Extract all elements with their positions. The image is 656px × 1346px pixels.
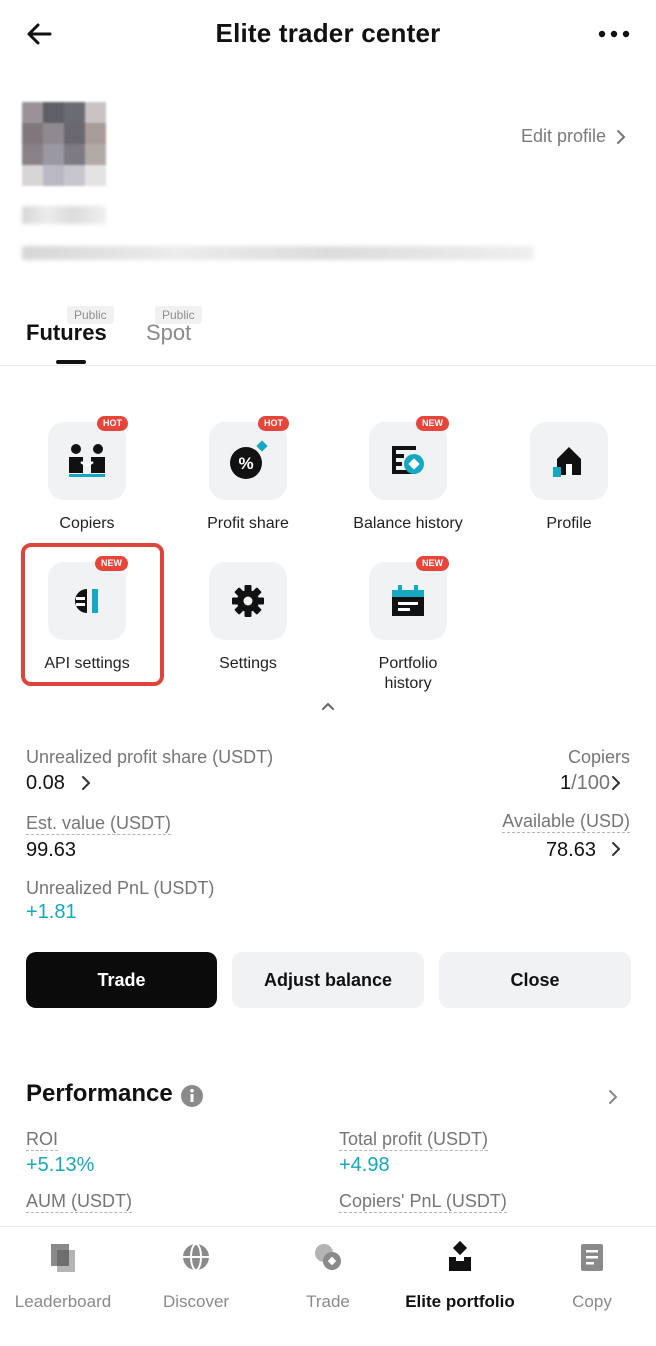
globe-icon: [183, 1243, 209, 1271]
copiers-count[interactable]: 1/100: [560, 772, 610, 795]
close-button[interactable]: Close: [439, 952, 631, 1008]
top-bar: Elite trader center: [0, 0, 656, 70]
nav-label: Discover: [162, 1292, 230, 1311]
copy-notebook-icon: [581, 1244, 603, 1271]
nav-label: Elite portfolio: [405, 1292, 515, 1311]
trade-button[interactable]: Trade: [26, 952, 217, 1008]
nav-leaderboard[interactable]: Leaderboard: [0, 1241, 128, 1312]
avatar[interactable]: [22, 102, 106, 186]
total-profit-value: +4.98: [339, 1154, 390, 1176]
hot-tag: HOT: [258, 416, 289, 431]
performance-title: Performance: [26, 1080, 173, 1107]
adjust-balance-button[interactable]: Adjust balance: [232, 952, 424, 1008]
available-value[interactable]: 78.63: [546, 839, 596, 862]
roi-value: +5.13%: [26, 1154, 95, 1176]
elite-portfolio-icon: [449, 1240, 471, 1271]
page-title: Elite trader center: [215, 18, 441, 48]
unrealized-profit-share-label: Unrealized profit share (USDT): [26, 747, 274, 767]
edit-profile-label: Edit profile: [520, 126, 606, 146]
profit-share-icon: %: [230, 440, 268, 479]
active-tab-indicator: [56, 360, 86, 364]
nav-label: Copy: [572, 1292, 612, 1311]
hot-tag: HOT: [97, 416, 128, 431]
trade-coins-icon: [315, 1244, 341, 1270]
api-settings-highlight: [21, 543, 164, 686]
tool-profile[interactable]: Profile: [489, 422, 649, 534]
tool-label: Copiers: [59, 515, 115, 532]
public-badge: Public: [155, 306, 202, 324]
tool-label: Settings: [219, 655, 277, 672]
aum-label: AUM (USDT): [26, 1191, 132, 1213]
nav-trade[interactable]: Trade: [263, 1241, 393, 1312]
more-options-icon[interactable]: [594, 22, 634, 46]
chevron-right-icon[interactable]: [610, 775, 622, 791]
leaderboard-icon: [51, 1244, 75, 1272]
tool-label: Profit share: [207, 515, 289, 532]
bottom-navigation: Leaderboard Discover Trade Elite portfol…: [0, 1226, 656, 1346]
nav-copy[interactable]: Copy: [527, 1241, 656, 1312]
available-label: Available (USD): [502, 811, 630, 833]
info-icon[interactable]: [180, 1084, 204, 1108]
est-value-label: Est. value (USDT): [26, 813, 172, 835]
unrealized-pnl-value: +1.81: [26, 901, 77, 923]
chevron-right-icon: [617, 129, 626, 144]
nav-label: Leaderboard: [14, 1292, 112, 1311]
total-profit-label: Total profit (USDT): [339, 1129, 489, 1151]
blurred-username: [22, 206, 106, 224]
chevron-right-icon[interactable]: [610, 841, 622, 857]
profile-home-icon: [553, 447, 581, 477]
svg-text:%: %: [238, 454, 253, 473]
tool-settings[interactable]: Settings: [168, 562, 328, 674]
unrealized-pnl-label: Unrealized PnL (USDT): [26, 878, 215, 898]
chevron-up-icon[interactable]: [318, 698, 338, 714]
copiers-pnl-label: Copiers' PnL (USDT): [339, 1191, 507, 1213]
est-value: 99.63: [26, 839, 77, 861]
edit-profile-link[interactable]: Edit profile: [521, 126, 626, 147]
nav-elite-portfolio[interactable]: Elite portfolio: [395, 1240, 525, 1312]
nav-discover[interactable]: Discover: [131, 1241, 261, 1312]
tool-copiers[interactable]: HOT Copiers: [7, 416, 167, 534]
public-badge: Public: [67, 306, 114, 324]
copiers-icon: [69, 444, 105, 477]
copiers-current: 1: [559, 772, 572, 794]
blurred-bio: [22, 246, 534, 260]
chevron-right-icon[interactable]: [606, 1087, 620, 1107]
tool-portfolio-history[interactable]: NEW Portfolio history: [328, 556, 488, 694]
gear-icon: [232, 585, 264, 617]
tool-label: Balance history: [353, 515, 463, 532]
calendar-history-icon: [392, 585, 424, 616]
nav-label: Trade: [306, 1292, 350, 1311]
tool-profit-share[interactable]: % HOT Profit share: [168, 416, 328, 534]
portfolio-tabs: Futures Public Spot Public: [0, 300, 656, 366]
tool-balance-history[interactable]: NEW Balance history: [328, 416, 488, 534]
new-tag: NEW: [416, 556, 449, 571]
balance-history-icon: [392, 446, 424, 474]
roi-label: ROI: [26, 1129, 59, 1151]
unrealized-profit-share-value[interactable]: 0.08: [26, 772, 65, 795]
tool-label: Profile: [546, 515, 592, 532]
copiers-label: Copiers: [567, 747, 630, 767]
new-tag: NEW: [416, 416, 449, 431]
chevron-right-icon[interactable]: [80, 775, 92, 791]
tool-label: Portfolio history: [378, 655, 438, 692]
copiers-max: /100: [571, 772, 610, 794]
